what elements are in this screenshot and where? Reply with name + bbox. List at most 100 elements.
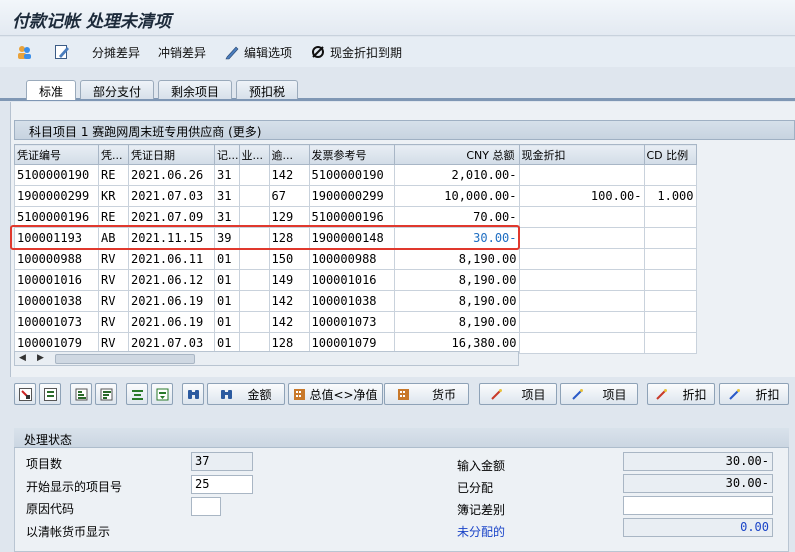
cell-days-overdue[interactable]: 142 [268, 311, 310, 333]
sort-descending-button[interactable] [95, 383, 117, 405]
cell-days-overdue[interactable]: 142 [268, 290, 310, 312]
cell-cash-discount[interactable] [518, 311, 645, 333]
cell-doc-number[interactable]: 100000988 [14, 248, 99, 270]
cell-business-area[interactable] [238, 269, 270, 291]
find-button[interactable] [182, 383, 204, 405]
cell-total-cny[interactable]: 2,010.00- [393, 164, 520, 186]
table-row[interactable]: 5100000190 RE 2021.06.26 31 142 5100000190 2,0… [14, 164, 697, 186]
cell-business-area[interactable] [238, 185, 270, 207]
sort-ascending-button[interactable] [70, 383, 92, 405]
cell-doc-number[interactable]: 1900000299 [14, 185, 99, 207]
cell-cd-rate[interactable] [643, 332, 697, 354]
tab-standard[interactable]: 标准 [26, 80, 77, 100]
cell-invoice-ref[interactable]: 100001016 [308, 269, 395, 291]
cell-days-overdue[interactable]: 142 [268, 164, 310, 186]
cell-cash-discount[interactable] [518, 248, 645, 270]
cell-doc-number[interactable]: 5100000190 [14, 164, 99, 186]
horizontal-scrollbar[interactable]: ◀ ▶ [14, 351, 519, 366]
cell-cd-rate[interactable] [643, 206, 697, 228]
deactivate-items-button[interactable]: 项目 [560, 383, 638, 405]
scroll-right-icon[interactable]: ▶ [37, 353, 44, 363]
cell-doc-number[interactable]: 100001038 [14, 290, 99, 312]
cell-invoice-ref[interactable]: 100001038 [308, 290, 395, 312]
cell-cash-discount[interactable] [518, 227, 645, 249]
cell-business-area[interactable] [238, 311, 270, 333]
cell-cd-rate[interactable] [643, 311, 697, 333]
cell-business-area[interactable] [238, 290, 270, 312]
cell-days-overdue[interactable]: 150 [268, 248, 310, 270]
reason-code-field[interactable] [191, 497, 221, 516]
cell-invoice-ref[interactable]: 100000988 [308, 248, 395, 270]
cell-cd-rate[interactable] [643, 248, 697, 270]
cell-total-cny[interactable]: 8,190.00 [393, 311, 520, 333]
cell-cash-discount[interactable] [518, 290, 645, 312]
cell-total-cny[interactable]: 10,000.00- [393, 185, 520, 207]
tab-residual-items[interactable]: 剩余项目 [158, 80, 233, 99]
cell-posting-key[interactable]: 01 [214, 290, 240, 312]
tab-partial-payment[interactable]: 部分支付 [80, 80, 155, 99]
table-row[interactable]: 100001038 RV 2021.06.19 01 142 100001038 8,190… [14, 290, 697, 312]
deselect-all-button[interactable] [39, 383, 61, 405]
cell-cash-discount[interactable]: 100.00- [518, 185, 645, 207]
cell-business-area[interactable] [238, 248, 270, 270]
edit-options-button[interactable]: 编辑选项 [224, 44, 292, 61]
col-total-cny[interactable]: CNY 总额 [393, 144, 520, 165]
cell-cd-rate[interactable] [643, 290, 697, 312]
cell-doc-date[interactable]: 2021.06.19 [128, 290, 215, 312]
col-days-overdue[interactable]: 逾... [268, 144, 310, 165]
cell-doc-number[interactable]: 100001016 [14, 269, 99, 291]
cell-cash-discount[interactable] [518, 269, 645, 291]
col-doc-date[interactable]: 凭证日期 [128, 144, 215, 165]
cell-cd-rate[interactable] [643, 227, 697, 249]
deactivate-discount-button[interactable]: 折扣 [719, 383, 789, 405]
currency-button[interactable]: 货币 [384, 383, 469, 405]
cell-doc-date[interactable]: 2021.07.03 [128, 185, 215, 207]
cell-total-cny[interactable]: 8,190.00 [393, 248, 520, 270]
cell-doc-type[interactable]: RE [98, 164, 129, 186]
start-item-field[interactable]: 25 [191, 475, 253, 494]
gross-net-button[interactable]: 总值<>净值 [288, 383, 383, 405]
cell-doc-date[interactable]: 2021.06.11 [128, 248, 215, 270]
filter-button[interactable] [126, 383, 148, 405]
cell-total-cny[interactable]: 8,190.00 [393, 290, 520, 312]
cell-business-area[interactable] [238, 164, 270, 186]
col-posting-key[interactable]: 记... [214, 144, 240, 165]
cell-posting-key[interactable]: 01 [214, 248, 240, 270]
col-invoice-ref[interactable]: 发票参考号 [308, 144, 395, 165]
cell-cd-rate[interactable] [643, 164, 697, 186]
table-row[interactable]: 1900000299 KR 2021.07.03 31 67 1900000299 10,0… [14, 185, 697, 207]
cell-invoice-ref[interactable]: 100001073 [308, 311, 395, 333]
table-row[interactable]: 100001016 RV 2021.06.12 01 149 100001016 8,190… [14, 269, 697, 291]
cell-doc-date[interactable]: 2021.06.26 [128, 164, 215, 186]
tab-withholding-tax[interactable]: 预扣税 [236, 80, 299, 99]
cell-posting-key[interactable]: 31 [214, 185, 240, 207]
toolbar-people-button[interactable] [16, 44, 36, 60]
cell-cash-discount[interactable] [518, 332, 645, 354]
cell-total-cny[interactable]: 8,190.00 [393, 269, 520, 291]
cell-doc-type[interactable]: KR [98, 185, 129, 207]
cell-cd-rate[interactable]: 1.000 [643, 185, 697, 207]
cell-doc-date[interactable]: 2021.06.19 [128, 311, 215, 333]
col-doc-type[interactable]: 凭... [98, 144, 129, 165]
distribute-difference-button[interactable]: 分摊差异 [92, 44, 140, 61]
cell-posting-key[interactable]: 01 [214, 269, 240, 291]
col-cd-rate[interactable]: CD 比例 [643, 144, 697, 165]
table-row[interactable]: 100001073 RV 2021.06.19 01 142 100001073 8,190… [14, 311, 697, 333]
find-amount-button[interactable]: 金额 [207, 383, 285, 405]
cell-cash-discount[interactable] [518, 164, 645, 186]
col-business-area[interactable]: 业... [238, 144, 270, 165]
toolbar-edit-button[interactable] [54, 44, 74, 60]
clearing-currency-label[interactable]: 以清帐货币显示 [26, 523, 110, 540]
cell-days-overdue[interactable]: 67 [268, 185, 310, 207]
cell-posting-key[interactable]: 31 [214, 164, 240, 186]
cell-doc-type[interactable]: RV [98, 248, 129, 270]
cash-discount-due-button[interactable]: 现金折扣到期 [310, 44, 402, 61]
cell-invoice-ref[interactable]: 5100000190 [308, 164, 395, 186]
cell-posting-key[interactable]: 01 [214, 311, 240, 333]
col-cash-discount[interactable]: 现金折扣 [518, 144, 645, 165]
reverse-difference-button[interactable]: 冲销差异 [158, 44, 206, 61]
col-doc-number[interactable]: 凭证编号 [14, 144, 99, 165]
table-row[interactable]: 100000988 RV 2021.06.11 01 150 100000988 8,190… [14, 248, 697, 270]
activate-items-button[interactable]: 项目 [479, 383, 557, 405]
cell-doc-type[interactable]: RV [98, 269, 129, 291]
